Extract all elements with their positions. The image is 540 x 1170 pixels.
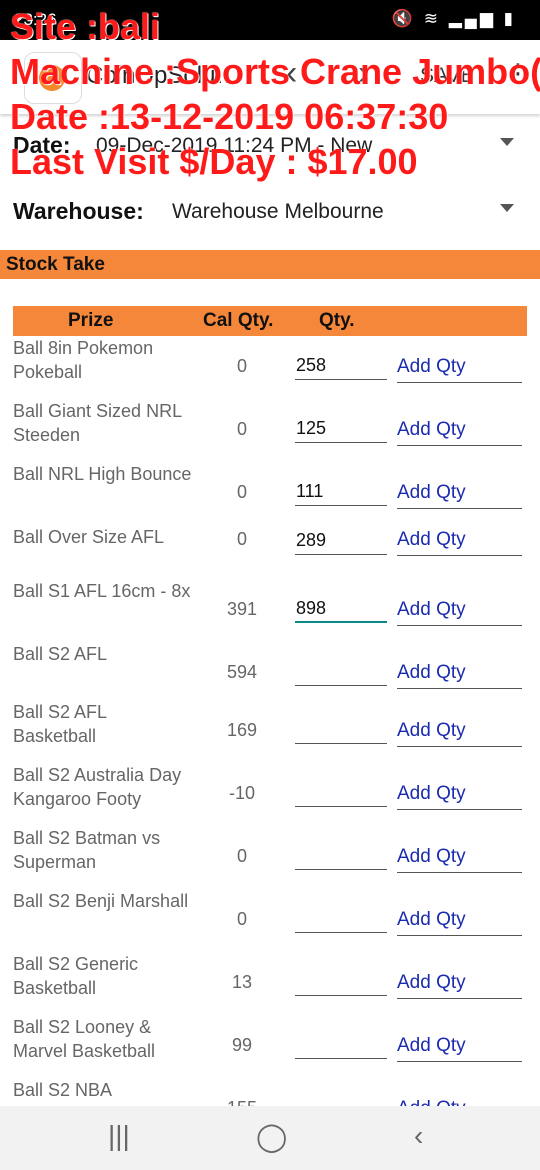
prize-name: Ball Over Size AFL	[13, 527, 165, 547]
cal-qty-value: 13	[231, 972, 253, 992]
qty-input[interactable]	[295, 903, 387, 933]
prize-name: Ball S2 Generic Basketball	[13, 954, 139, 998]
recents-icon[interactable]: |||	[108, 1120, 130, 1152]
qty-input[interactable]	[295, 840, 387, 870]
qty-input[interactable]: 125	[295, 413, 387, 443]
back-icon[interactable]: ‹	[414, 1120, 423, 1152]
table-row: Ball S2 AFL 594 Add Qty	[0, 642, 540, 705]
add-qty-link[interactable]: Add Qty	[397, 352, 522, 383]
add-qty-link[interactable]: Add Qty	[397, 415, 522, 446]
status-icons: 🔇 ≋ ▂▄▆ ▮	[391, 9, 516, 28]
table-row: Ball S2 Benji Marshall 0 Add Qty	[0, 889, 540, 952]
cal-qty-value: 0	[236, 482, 247, 502]
section-header: Stock Take	[0, 250, 540, 279]
add-qty-link[interactable]: Add Qty	[397, 842, 522, 873]
add-qty-link[interactable]: Add Qty	[397, 716, 522, 747]
add-qty-link[interactable]: Add Qty	[397, 779, 522, 810]
cal-qty-value: 0	[236, 529, 247, 549]
header-prize: Prize	[68, 310, 114, 331]
overflow-menu-icon[interactable]: ⋮	[505, 58, 531, 89]
add-qty-link[interactable]: Add Qty	[397, 658, 522, 689]
prize-name: Ball S2 Looney & Marvel Basketball	[13, 1017, 156, 1061]
header-qty: Qty.	[319, 310, 355, 331]
prize-name: Ball Giant Sized NRL Steeden	[13, 401, 182, 445]
app-title: ColnOpSolu…	[86, 62, 240, 89]
cal-qty-value: 0	[236, 909, 247, 929]
save-button[interactable]: SAVE	[420, 64, 474, 88]
add-qty-link[interactable]: Add Qty	[397, 478, 522, 509]
table-header: Prize Cal Qty. Qty.	[13, 306, 527, 336]
cal-qty-value: -10	[228, 783, 255, 803]
qty-input[interactable]	[295, 1092, 387, 1106]
cal-qty-value: 594	[226, 662, 258, 682]
prize-name: Ball S2 Batman vs Superman	[13, 828, 161, 872]
warehouse-label: Warehouse:	[13, 198, 144, 224]
cal-qty-value: 0	[236, 356, 247, 376]
app-bar: ColnOpSolu… ‹ › SAVE ⋮	[0, 40, 540, 114]
warehouse-selector[interactable]: Warehouse: Warehouse Melbourne	[0, 190, 540, 234]
qty-input[interactable]: 111	[295, 476, 387, 506]
prize-name: Ball S2 NBA Basketball	[13, 1080, 112, 1106]
date-label: Date:	[13, 132, 71, 158]
prize-name: Ball S2 Benji Marshall	[13, 891, 189, 911]
status-bar: 23:26 🔇 ≋ ▂▄▆ ▮	[0, 0, 540, 40]
chevron-down-icon[interactable]	[500, 138, 514, 146]
qty-input[interactable]: 898	[295, 593, 387, 623]
qty-input[interactable]: 289	[295, 525, 387, 555]
qty-input[interactable]	[295, 714, 387, 744]
add-qty-link[interactable]: Add Qty	[397, 525, 522, 556]
table-row: Ball S2 AFL Basketball 169 Add Qty	[0, 700, 540, 763]
status-time: 23:26	[14, 10, 57, 29]
table-row: Ball S2 Australia Day Kangaroo Footy -10 A…	[0, 763, 540, 826]
app-logo-icon	[24, 52, 82, 104]
prize-name: Ball S1 AFL 16cm - 8x	[13, 581, 191, 601]
date-selector[interactable]: Date: 09-Dec-2019 11:24 PM - New	[0, 124, 540, 168]
chevron-down-icon[interactable]	[500, 204, 514, 212]
cal-qty-value: 169	[226, 720, 258, 740]
table-row: Ball S1 AFL 16cm - 8x 391 898 Add Qty	[0, 579, 540, 642]
date-value[interactable]: 09-Dec-2019 11:24 PM - New	[96, 134, 372, 158]
home-icon[interactable]: ◯	[256, 1120, 287, 1153]
cal-qty-value: 391	[226, 599, 258, 619]
prize-name: Ball S2 AFL	[13, 644, 108, 664]
qty-input[interactable]: 258	[295, 350, 387, 380]
section-title: Stock Take	[6, 254, 105, 275]
cal-qty-value: 0	[236, 846, 247, 866]
add-qty-link[interactable]: Add Qty	[397, 905, 522, 936]
table-row: Ball NRL High Bounce 0 111 Add Qty	[0, 462, 540, 525]
prize-name: Ball NRL High Bounce	[13, 464, 192, 484]
qty-input[interactable]	[295, 966, 387, 996]
cal-qty-value: 99	[231, 1035, 253, 1055]
previous-arrow-icon[interactable]: ‹	[286, 54, 297, 93]
add-qty-link[interactable]: Add Qty	[397, 1094, 522, 1106]
table-row: Ball S2 NBA Basketball 155 Add Qty	[0, 1078, 540, 1106]
table-row: Ball S2 Batman vs Superman 0 Add Qty	[0, 826, 540, 889]
stock-table-body: Ball 8in Pokemon Pokeball 0 258 Add Qty Ball…	[0, 336, 540, 1106]
system-nav-bar: ||| ◯ ‹	[0, 1106, 540, 1170]
qty-input[interactable]	[295, 1029, 387, 1059]
table-row: Ball 8in Pokemon Pokeball 0 258 Add Qty	[0, 336, 540, 399]
cal-qty-value: 155	[212, 1098, 272, 1106]
table-row: Ball S2 Looney & Marvel Basketball 99 Add …	[0, 1015, 540, 1078]
add-qty-link[interactable]: Add Qty	[397, 968, 522, 999]
next-arrow-icon[interactable]: ›	[358, 54, 369, 93]
prize-name: Ball S2 Australia Day Kangaroo Footy	[13, 765, 182, 809]
header-cal-qty: Cal Qty.	[203, 310, 274, 331]
add-qty-link[interactable]: Add Qty	[397, 595, 522, 626]
prize-name: Ball S2 AFL Basketball	[13, 702, 107, 746]
add-qty-link[interactable]: Add Qty	[397, 1031, 522, 1062]
cal-qty-value: 0	[236, 419, 247, 439]
qty-input[interactable]	[295, 777, 387, 807]
prize-name: Ball 8in Pokemon Pokeball	[13, 338, 154, 382]
table-row: Ball Giant Sized NRL Steeden 0 125 Add Qty	[0, 399, 540, 462]
qty-input[interactable]	[295, 656, 387, 686]
table-row: Ball S2 Generic Basketball 13 Add Qty	[0, 952, 540, 1015]
warehouse-value[interactable]: Warehouse Melbourne	[172, 200, 384, 224]
